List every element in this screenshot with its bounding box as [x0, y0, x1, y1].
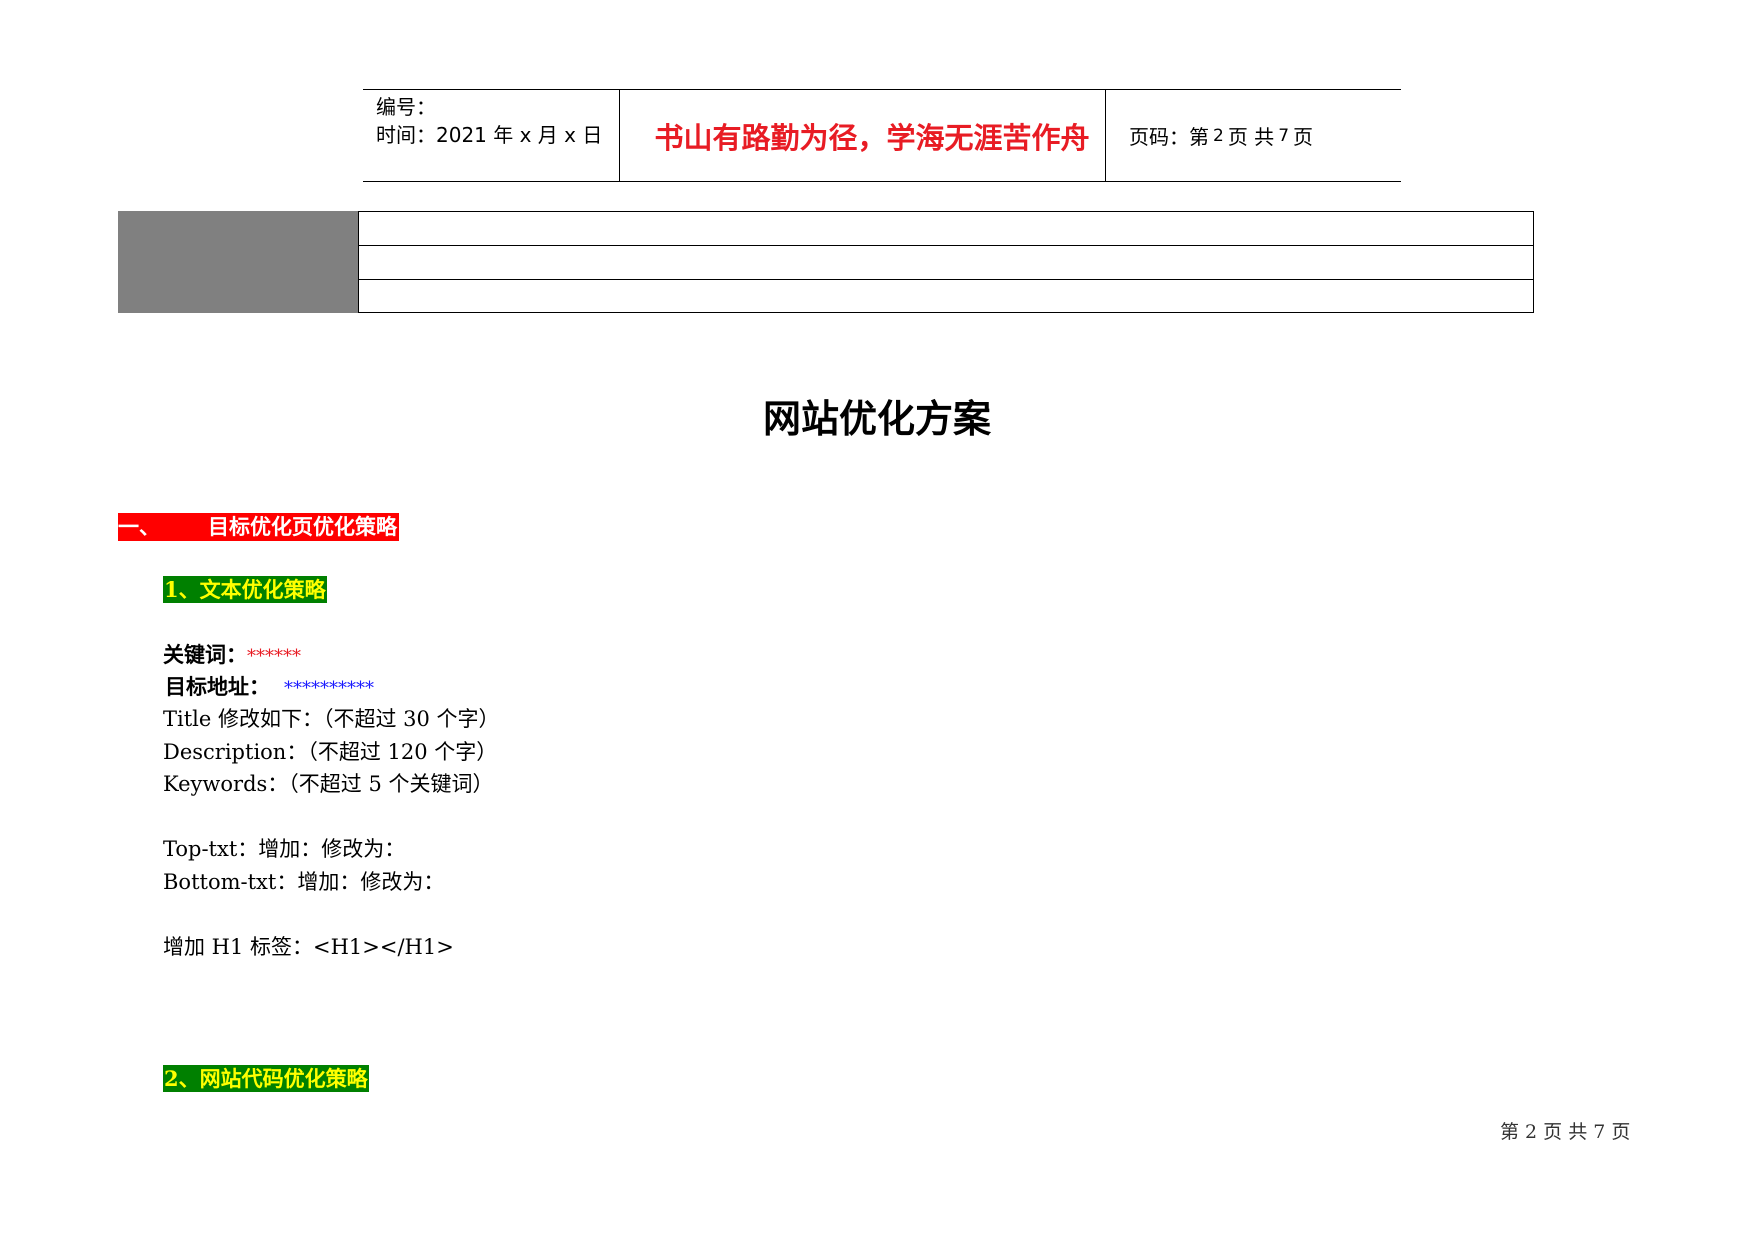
subsection-heading-1: 1、文本优化策略: [163, 576, 327, 603]
header-table: 编号： 时间：2021 年 x 月 x 日 书山有路勤为径，学海无涯苦作舟 页码…: [363, 89, 1401, 182]
h1-line: 增加 H1 标签：<H1></H1>: [163, 935, 454, 959]
page-mid: 页 共: [1227, 125, 1275, 149]
keyword-label: 关键词：: [163, 642, 247, 667]
header-page-number: 页码：第 2 页 共 7 页: [1129, 90, 1313, 181]
date-label: 时间：2021 年 x 月 x 日: [376, 123, 603, 147]
page-title: 网站优化方案: [762, 396, 991, 441]
page-current: 2: [1213, 125, 1224, 146]
section-heading: 一、 目标优化页优化策略: [118, 513, 399, 541]
page-footer: 第 2 页 共 7 页: [1500, 1121, 1631, 1143]
keywords-line: Keywords：（不超过 5 个关键词）: [163, 772, 494, 796]
row-divider: [359, 279, 1533, 280]
title-line: Title 修改如下：（不超过 30 个字）: [163, 707, 500, 731]
header-motto: 书山有路勤为径，学海无涯苦作舟: [654, 120, 1090, 155]
page-total: 7: [1278, 125, 1290, 146]
subsection-heading-2: 2、网站代码优化策略: [163, 1065, 369, 1092]
description-line: Description：（不超过 120 个字）: [163, 740, 498, 764]
gray-block: [118, 211, 358, 313]
row-divider: [359, 245, 1533, 246]
page-prefix: 页码：第: [1129, 125, 1209, 149]
bottom-txt-line: Bottom-txt：增加：修改为：: [163, 870, 445, 894]
section-label: 目标优化页优化策略: [208, 514, 397, 539]
keyword-value: ******: [247, 646, 301, 667]
number-label: 编号：: [376, 95, 436, 119]
target-label: 目标地址：: [165, 674, 270, 699]
header-info: 编号： 时间：2021 年 x 月 x 日: [376, 93, 602, 149]
section-number: 一、: [118, 514, 160, 539]
header-divider: [619, 90, 620, 181]
lined-box: [358, 211, 1534, 313]
target-line: 目标地址： **********: [165, 673, 374, 703]
page-suffix: 页: [1293, 125, 1314, 149]
target-value: **********: [284, 678, 374, 699]
top-txt-line: Top-txt：增加：修改为：: [163, 837, 406, 861]
keyword-line: 关键词：******: [163, 641, 301, 671]
